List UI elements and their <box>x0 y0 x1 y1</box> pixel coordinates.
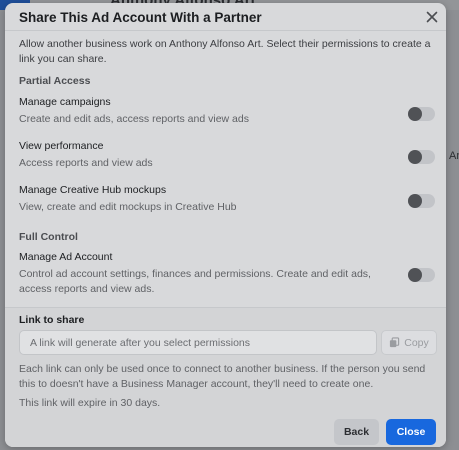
toggle-knob <box>408 107 422 121</box>
dialog-intro: Allow another business work on Anthony A… <box>19 38 431 65</box>
copy-button-label: Copy <box>404 336 429 349</box>
dialog-header: Share This Ad Account With a Partner <box>5 3 446 31</box>
full-control-heading: Full Control <box>19 231 78 243</box>
toggle-knob <box>408 194 422 208</box>
permission-manage-creative-hub-mockups: Manage Creative Hub mockups View, create… <box>19 183 435 215</box>
view-performance-toggle[interactable] <box>408 150 435 164</box>
partial-access-heading: Partial Access <box>19 75 91 87</box>
manage-creative-hub-mockups-toggle[interactable] <box>408 194 435 208</box>
permission-title: View performance <box>19 140 104 152</box>
toggle-knob <box>408 268 422 282</box>
back-button[interactable]: Back <box>334 419 379 445</box>
permission-description: Create and edit ads, access reports and … <box>19 113 249 125</box>
manage-campaigns-toggle[interactable] <box>408 107 435 121</box>
toggle-knob <box>408 150 422 164</box>
link-to-share-section: Link to share Copy Each link can only be… <box>5 307 446 447</box>
link-usage-note: Each link can only be used once to conne… <box>19 363 426 390</box>
permission-title: Manage Creative Hub mockups <box>19 184 167 196</box>
permission-description: View, create and edit mockups in Creativ… <box>19 201 237 213</box>
permission-title: Manage campaigns <box>19 96 111 108</box>
permission-description: Control ad account settings, finances an… <box>19 268 371 295</box>
copy-button[interactable]: Copy <box>381 330 437 355</box>
copy-icon <box>390 337 400 348</box>
permission-description: Access reports and view ads <box>19 157 153 169</box>
link-expiry-note: This link will expire in 30 days. <box>19 397 161 409</box>
close-icon[interactable] <box>423 8 441 26</box>
close-button[interactable]: Close <box>386 419 436 445</box>
permission-view-performance: View performance Access reports and view… <box>19 139 435 171</box>
dialog-title: Share This Ad Account With a Partner <box>19 10 262 25</box>
background-side-text: Ar <box>449 150 459 162</box>
share-link-input[interactable] <box>19 330 377 355</box>
permission-title: Manage Ad Account <box>19 251 113 263</box>
permission-manage-campaigns: Manage campaigns Create and edit ads, ac… <box>19 95 435 127</box>
link-to-share-heading: Link to share <box>19 314 85 326</box>
manage-ad-account-toggle[interactable] <box>408 268 435 282</box>
permission-manage-ad-account: Manage Ad Account Control ad account set… <box>19 250 435 297</box>
share-ad-account-dialog: Share This Ad Account With a Partner All… <box>5 3 446 447</box>
